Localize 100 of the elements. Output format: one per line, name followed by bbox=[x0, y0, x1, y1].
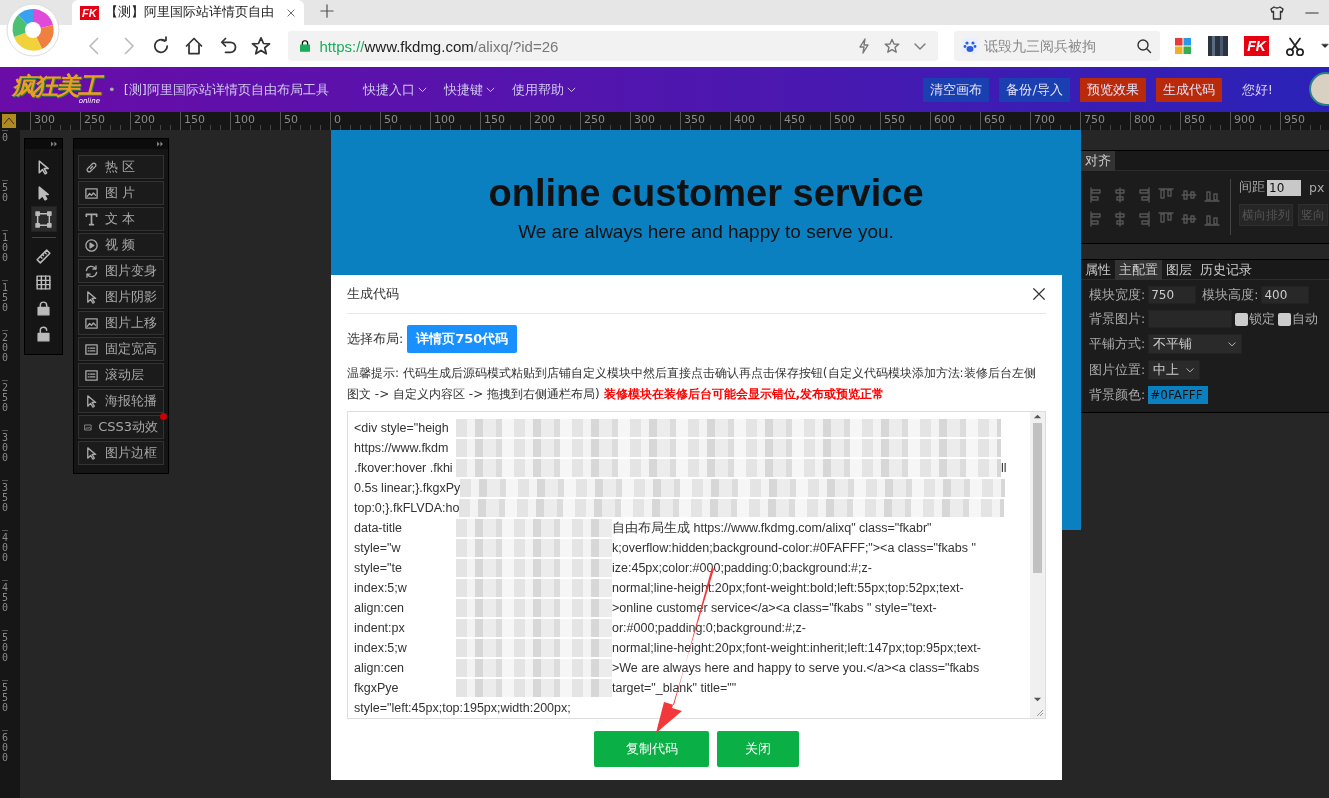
component-item[interactable]: 图片变身 bbox=[78, 259, 164, 283]
component-label: 滚动层 bbox=[105, 366, 144, 384]
code-text: style="w bbox=[354, 541, 402, 555]
component-item[interactable]: 图 片 bbox=[78, 181, 164, 205]
component-item[interactable]: 文 本 bbox=[78, 207, 164, 231]
field-label: 模块高度: bbox=[1202, 286, 1259, 304]
position-dropdown[interactable]: 中上 bbox=[1148, 360, 1201, 380]
component-label: 视 频 bbox=[105, 236, 136, 254]
tiles-icon[interactable] bbox=[1174, 37, 1193, 55]
component-label: 图片阴影 bbox=[105, 288, 157, 306]
code-text: align:cen bbox=[354, 661, 406, 675]
scissors-icon bbox=[1285, 36, 1305, 56]
paw-icon bbox=[962, 38, 979, 54]
ruler-label: 400 bbox=[2, 530, 8, 580]
component-label: 图片变身 bbox=[105, 262, 157, 280]
lock-icon bbox=[297, 39, 312, 53]
component-item[interactable]: 热 区 bbox=[78, 155, 164, 179]
image-icon bbox=[84, 185, 99, 201]
code-text: normal;line-height:20px;font-weight:inherit;left:147px;top:95px;text- bbox=[612, 641, 981, 655]
text-icon bbox=[84, 211, 99, 227]
canvas-subtitle: We are always here and happy to serve you. bbox=[518, 221, 894, 243]
menu-item[interactable]: 快捷入口 bbox=[362, 80, 428, 99]
address-bar[interactable]: https://www.fkdmg.com/alixq/?id=26 bbox=[287, 31, 939, 61]
menu-item[interactable]: 快捷键 bbox=[443, 80, 496, 99]
scroll-up-icon[interactable] bbox=[1033, 412, 1042, 421]
component-item[interactable]: 图片阴影 bbox=[78, 285, 164, 309]
toolbar-button[interactable]: 备份/导入 bbox=[999, 77, 1070, 102]
height-field[interactable]: 400 bbox=[1261, 286, 1310, 304]
toolbar-button[interactable]: 清空画布 bbox=[923, 77, 990, 102]
refresh-icon bbox=[84, 263, 99, 279]
code-text: data-title bbox=[354, 521, 403, 535]
panel-tab[interactable]: 图层 bbox=[1162, 260, 1196, 280]
code-text: align:cen bbox=[354, 601, 406, 615]
expand-icon bbox=[50, 139, 58, 149]
resize-grip-icon[interactable] bbox=[1034, 707, 1044, 717]
code-text: <div style="heigh bbox=[354, 421, 450, 435]
code-text: fkgxPye bbox=[354, 681, 400, 695]
component-item[interactable]: 固定宽高 bbox=[78, 337, 164, 361]
color-field[interactable]: #0FAFFF bbox=[1148, 386, 1209, 404]
width-field[interactable]: 750 bbox=[1148, 286, 1197, 304]
component-item[interactable]: 图片边框 bbox=[78, 441, 164, 465]
ruler-label: 100 bbox=[2, 230, 8, 280]
extension-icon[interactable]: FK bbox=[1244, 36, 1269, 56]
scrollbar-thumb[interactable] bbox=[1033, 423, 1042, 573]
unit-label: px bbox=[1309, 180, 1325, 195]
component-item[interactable]: 滚动层 bbox=[78, 363, 164, 387]
search-icon bbox=[1136, 38, 1153, 54]
ruler-icon bbox=[35, 247, 52, 265]
lock-icon bbox=[35, 299, 52, 317]
panel-tab[interactable]: 对齐 bbox=[1081, 151, 1115, 171]
panel-tab[interactable]: 历史记录 bbox=[1196, 260, 1256, 280]
card-icon bbox=[84, 367, 99, 383]
component-item[interactable]: CSS3动效 bbox=[78, 415, 164, 439]
component-label: 热 区 bbox=[105, 158, 136, 176]
checkbox[interactable] bbox=[1278, 312, 1292, 326]
close-icon bbox=[1032, 287, 1046, 301]
component-label: 图片上移 bbox=[105, 314, 157, 332]
field-label: 选择布局: bbox=[347, 330, 404, 348]
dialog-title: 生成代码 bbox=[347, 285, 399, 303]
link-icon bbox=[84, 159, 99, 175]
component-label: 文 本 bbox=[105, 210, 136, 228]
panel-tab[interactable]: 主配置 bbox=[1115, 260, 1162, 280]
search-field[interactable]: 诋毁九三阅兵被拘 bbox=[954, 31, 1161, 61]
code-text: .fkover:hover .fkhi bbox=[354, 461, 454, 475]
card-icon bbox=[84, 341, 99, 357]
field-label: 间距 bbox=[1239, 179, 1265, 196]
canvas-title: online customer service bbox=[488, 172, 924, 215]
code-text: index:5;w bbox=[354, 641, 408, 655]
spacing-field[interactable]: 10 bbox=[1267, 179, 1301, 196]
code-text: ize:45px;color:#000;padding:0;background:#;z- bbox=[612, 561, 872, 575]
thumbnail-icon[interactable] bbox=[1208, 36, 1229, 56]
align-icon bbox=[1181, 211, 1197, 227]
ruler-label: 550 bbox=[2, 680, 8, 730]
component-item[interactable]: 海报轮播 bbox=[78, 389, 164, 413]
star-icon bbox=[884, 38, 901, 54]
expand-icon bbox=[156, 139, 164, 149]
component-label: 图片边框 bbox=[105, 444, 157, 462]
component-item[interactable]: 图片上移 bbox=[78, 311, 164, 335]
component-item[interactable]: 视 频 bbox=[78, 233, 164, 257]
checkbox[interactable] bbox=[1235, 312, 1249, 326]
minimize-icon bbox=[1305, 11, 1319, 14]
pointer-icon bbox=[84, 289, 99, 305]
panel-tab[interactable]: 属性 bbox=[1081, 260, 1115, 280]
selection-frame-tool[interactable] bbox=[31, 207, 56, 231]
code-text: or:#000;padding:0;background:#;z- bbox=[612, 621, 806, 635]
code-textarea[interactable] bbox=[347, 411, 1046, 719]
toolbar-button[interactable]: 生成代码 bbox=[1155, 77, 1222, 102]
repeat-dropdown[interactable]: 不平铺 bbox=[1148, 334, 1243, 354]
ruler-label: 450 bbox=[2, 580, 8, 630]
close-icon bbox=[286, 7, 296, 18]
code-text: style="left:45px;top:195px;width:200px; bbox=[354, 701, 571, 715]
toolbar-button[interactable]: 预览效果 bbox=[1079, 77, 1146, 102]
caret-icon bbox=[1321, 42, 1329, 50]
scroll-down-icon[interactable] bbox=[1033, 695, 1042, 704]
field-label: 背景图片: bbox=[1089, 310, 1146, 328]
field-label: 平铺方式: bbox=[1089, 335, 1146, 353]
close-button[interactable] bbox=[1032, 287, 1046, 301]
menu-item[interactable]: 使用帮助 bbox=[511, 80, 577, 99]
browser-tab[interactable]: FK 【测】阿里国际站详情页自由 bbox=[72, 0, 304, 25]
ruler-label: 0 bbox=[2, 130, 8, 180]
